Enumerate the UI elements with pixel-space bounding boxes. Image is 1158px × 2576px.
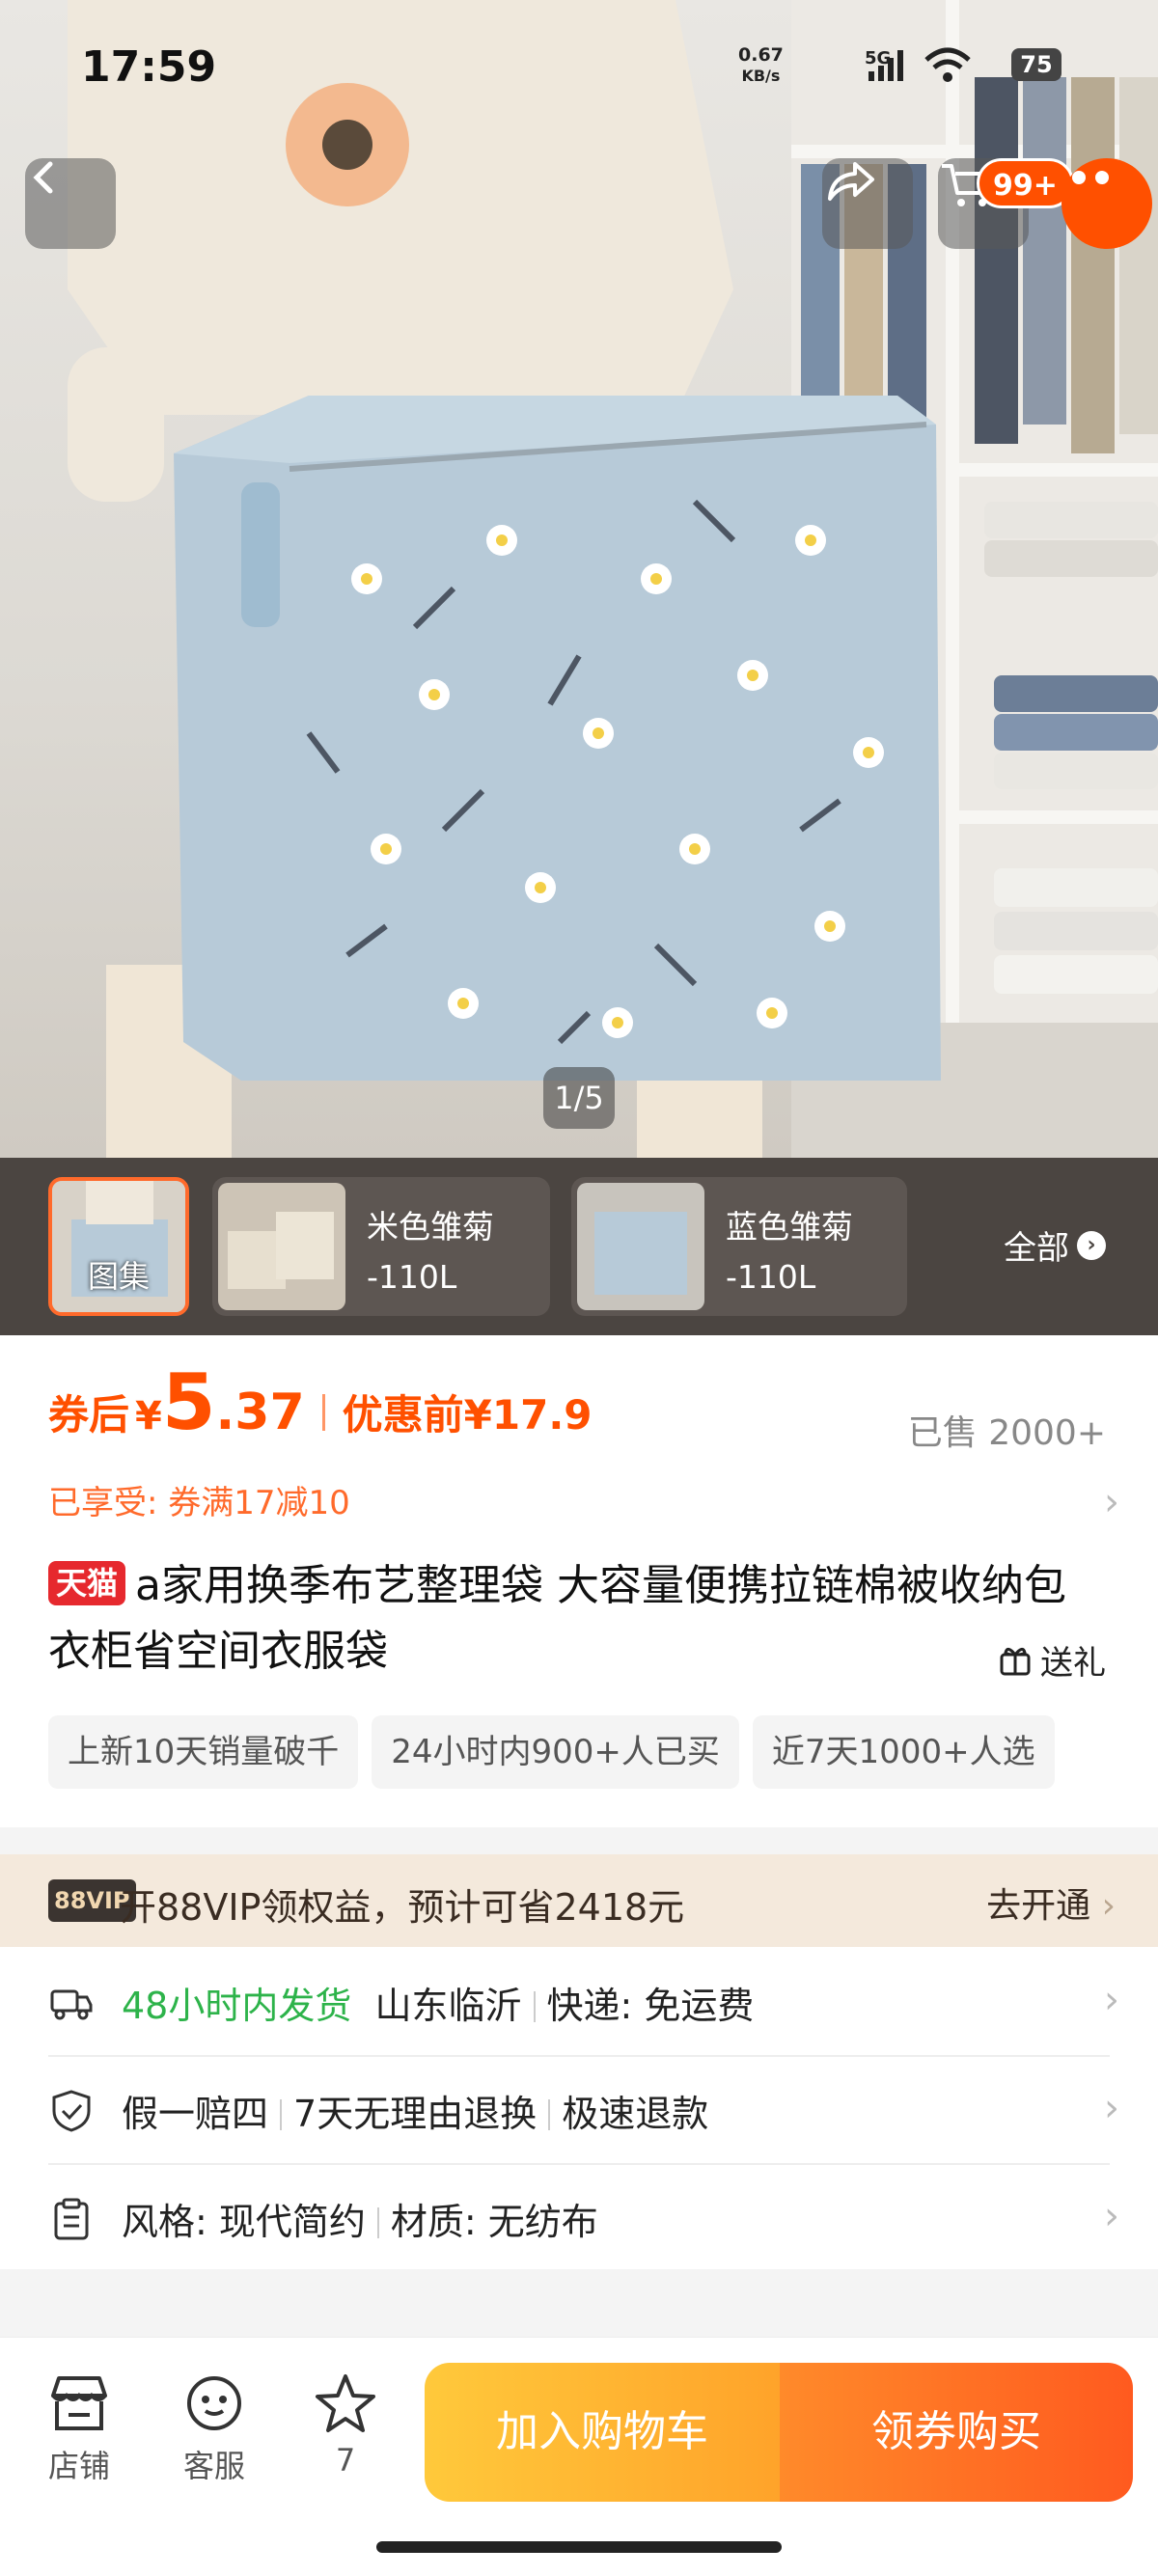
home-indicator xyxy=(376,2541,782,2553)
divider xyxy=(376,2207,379,2238)
shield-check-icon xyxy=(52,2090,91,2132)
favorite-button[interactable]: 7 xyxy=(297,2372,394,2479)
divider xyxy=(548,2099,551,2130)
variant-blue-name: 蓝色雏菊 xyxy=(726,1208,853,1246)
chevron-right-icon: › xyxy=(1077,1230,1106,1260)
more-menu-button[interactable] xyxy=(1062,158,1152,249)
all-variants-button[interactable]: 全部 › xyxy=(1004,1221,1106,1269)
share-icon xyxy=(828,162,874,201)
gift-icon xyxy=(1000,1647,1031,1675)
all-variants-label: 全部 xyxy=(1004,1229,1069,1268)
product-title-text: a家用换季布艺整理袋 大容量便携拉链棉被收纳包 衣柜省空间衣服袋 xyxy=(48,1561,1066,1676)
specs-row[interactable]: 风格: 现代简约 材质: 无纺布 › xyxy=(0,2165,1158,2271)
chevron-right-icon[interactable]: › xyxy=(1104,1480,1119,1524)
product-hero-image[interactable]: 17:59 0.67 KB/s 5G 75 99+ 1/5 xyxy=(0,0,1158,1158)
battery-indicator: 75 xyxy=(1011,48,1062,81)
chevron-left-icon xyxy=(33,161,53,194)
guarantee-text: 假一赔四 7天无理由退换 极速退款 xyxy=(122,2084,708,2137)
coupon-enjoyed[interactable]: 已享受: 券满17减10 xyxy=(48,1476,350,1523)
add-to-cart-button[interactable]: 加入购物车 xyxy=(425,2363,780,2502)
variant-blue-image xyxy=(577,1183,704,1310)
price-row: 券后 ¥ 5 .37 优惠前¥17.9 xyxy=(48,1364,593,1461)
net-speed-unit: KB/s xyxy=(741,67,781,85)
clipboard-icon xyxy=(54,2198,89,2240)
section-divider xyxy=(0,1827,1158,1854)
buy-with-coupon-button[interactable]: 领券购买 xyxy=(780,2363,1133,2502)
back-button[interactable] xyxy=(25,158,116,249)
more-dots-icon xyxy=(1072,171,1109,184)
spec-style: 风格: 现代简约 xyxy=(122,2201,366,2243)
variant-option-blue[interactable]: 蓝色雏菊 -110L xyxy=(571,1177,907,1316)
chat-face-icon xyxy=(187,2376,241,2430)
variant-blue-size: -110L xyxy=(726,1258,816,1296)
price-prefix: 券后 xyxy=(48,1391,130,1439)
guarantee-item: 7天无理由退换 xyxy=(293,2093,538,2135)
tmall-badge: 天猫 xyxy=(48,1561,126,1605)
product-tags: 上新10天销量破千 24小时内900+人已买 近7天1000+人选 xyxy=(48,1715,1158,1789)
share-button[interactable] xyxy=(822,158,913,249)
variant-beige-image xyxy=(218,1183,345,1310)
chevron-right-icon: › xyxy=(1104,2194,1119,2238)
price-before-discount: 优惠前¥17.9 xyxy=(342,1391,593,1439)
gift-label: 送礼 xyxy=(1040,1644,1106,1683)
status-bar: 17:59 0.67 KB/s 5G 75 xyxy=(0,0,1158,145)
variant-beige-size: -110L xyxy=(367,1258,457,1296)
svg-text:5G: 5G xyxy=(865,48,891,69)
guarantee-item: 极速退款 xyxy=(562,2093,709,2135)
net-speed-value: 0.67 xyxy=(738,44,784,66)
shipping-text: 48小时内发货 山东临沂 快递: 免运费 xyxy=(122,1976,754,2029)
sold-count: 已售 2000+ xyxy=(907,1413,1106,1453)
price-integer: 5 xyxy=(161,1357,216,1447)
chevron-right-icon: › xyxy=(1101,1886,1116,1926)
gallery-thumb[interactable]: 图集 xyxy=(48,1177,189,1316)
variant-beige-name: 米色雏菊 xyxy=(367,1208,494,1246)
variant-beige-text: 米色雏菊 -110L xyxy=(367,1202,494,1302)
bottom-action-bar: 店铺 客服 7 加入购物车 领券购买 xyxy=(0,2337,1158,2576)
shipping-time: 48小时内发货 xyxy=(122,1985,352,2027)
status-time: 17:59 xyxy=(81,42,217,92)
divider xyxy=(280,2099,283,2130)
shipping-row[interactable]: 48小时内发货 山东临沂 快递: 免运费 › xyxy=(0,1949,1158,2055)
variant-blue-text: 蓝色雏菊 -110L xyxy=(726,1202,853,1302)
gift-button[interactable]: 送礼 xyxy=(998,1636,1106,1684)
shipping-delivery: 快递: 免运费 xyxy=(546,1985,755,2027)
product-title: 天猫 a家用换季布艺整理袋 大容量便携拉链棉被收纳包 衣柜省空间衣服袋 xyxy=(48,1553,1110,1685)
shop-icon xyxy=(51,2376,107,2430)
customer-service-button[interactable]: 客服 xyxy=(166,2372,262,2486)
price-currency: ¥ xyxy=(135,1394,162,1439)
section-divider xyxy=(0,2269,1158,2337)
vip-banner[interactable]: 88VIP 开88VIP领权益，预计可省2418元 去开通 › xyxy=(0,1854,1158,1947)
spec-material: 材质: 无纺布 xyxy=(390,2201,598,2243)
shipping-origin: 山东临沂 xyxy=(374,1985,522,2027)
chevron-right-icon: › xyxy=(1104,1978,1119,2022)
guarantee-item: 假一赔四 xyxy=(122,2093,269,2135)
service-label: 客服 xyxy=(182,2448,245,2484)
vip-cta-label: 去开通 xyxy=(986,1886,1091,1926)
shop-label: 店铺 xyxy=(47,2448,110,2484)
favorite-count: 7 xyxy=(335,2442,356,2479)
shop-button[interactable]: 店铺 xyxy=(31,2372,127,2486)
variant-strip: 图集 米色雏菊 -110L 蓝色雏菊 -110L 全部 › xyxy=(0,1158,1158,1335)
chevron-right-icon: › xyxy=(1104,2086,1119,2130)
divider xyxy=(533,1991,536,2022)
delivery-truck-icon xyxy=(50,1989,93,2020)
net-speed: 0.67 KB/s xyxy=(738,44,784,87)
cart-count-badge: 99+ xyxy=(977,158,1074,208)
variant-option-beige[interactable]: 米色雏菊 -110L xyxy=(212,1177,550,1316)
price-decimal: .37 xyxy=(215,1384,305,1441)
vip-open-button[interactable]: 去开通 › xyxy=(986,1877,1116,1928)
vip-text: 开88VIP领权益，预计可省2418元 xyxy=(120,1886,685,1929)
gallery-thumb-label: 图集 xyxy=(87,1258,150,1295)
guarantee-row[interactable]: 假一赔四 7天无理由退换 极速退款 › xyxy=(0,2057,1158,2163)
tag-item: 24小时内900+人已买 xyxy=(372,1715,739,1789)
tag-item: 上新10天销量破千 xyxy=(48,1715,359,1789)
tag-item: 近7天1000+人选 xyxy=(752,1715,1055,1789)
specs-text: 风格: 现代简约 材质: 无纺布 xyxy=(122,2192,598,2245)
signal-wifi-icon: 5G xyxy=(865,47,971,82)
price-divider xyxy=(321,1394,325,1431)
star-icon xyxy=(316,2374,375,2432)
gallery-page-indicator: 1/5 xyxy=(543,1067,615,1129)
